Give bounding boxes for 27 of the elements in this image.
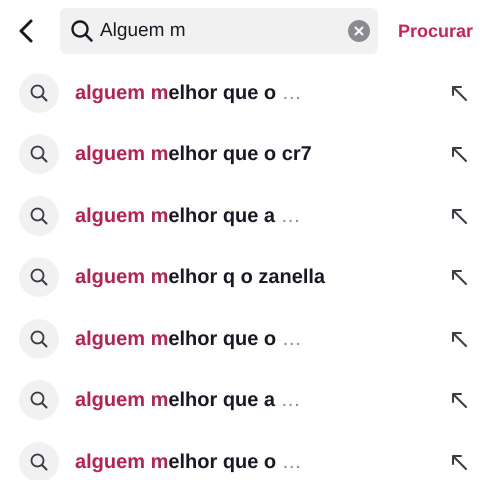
suggestion-item[interactable]: alguem melhor q o zanella	[0, 246, 480, 308]
fill-in-arrow-icon[interactable]	[450, 206, 468, 225]
search-icon	[19, 72, 59, 113]
search-icon	[19, 318, 59, 359]
search-field[interactable]: Alguem m	[60, 8, 378, 54]
search-input[interactable]: Alguem m	[94, 16, 348, 46]
fill-in-arrow-icon[interactable]	[450, 145, 468, 164]
suggestion-item[interactable]: alguem melhor que a …	[0, 370, 480, 431]
search-icon	[19, 257, 59, 298]
search-icon	[19, 196, 59, 236]
suggestion-item[interactable]: alguem melhor que o cr7	[0, 124, 480, 185]
fill-in-arrow-icon[interactable]	[450, 84, 468, 102]
search-button[interactable]: Procurar	[378, 18, 474, 44]
fill-in-arrow-icon[interactable]	[450, 452, 468, 471]
suggestion-item[interactable]: alguem melhor que o …	[0, 308, 480, 370]
search-icon	[19, 134, 59, 174]
suggestion-item[interactable]: alguem melhor que o …	[0, 62, 480, 124]
fill-in-arrow-icon[interactable]	[450, 391, 468, 410]
fill-in-arrow-icon[interactable]	[450, 330, 468, 348]
suggestion-item[interactable]: alguem melhor que o …	[0, 431, 480, 480]
clear-button[interactable]	[348, 20, 370, 42]
close-icon	[354, 26, 364, 36]
search-icon	[19, 442, 59, 480]
fill-in-arrow-icon[interactable]	[450, 268, 468, 286]
suggestion-item[interactable]: alguem melhor que a …	[0, 185, 480, 246]
search-icon	[19, 380, 59, 420]
search-icon	[70, 19, 94, 43]
